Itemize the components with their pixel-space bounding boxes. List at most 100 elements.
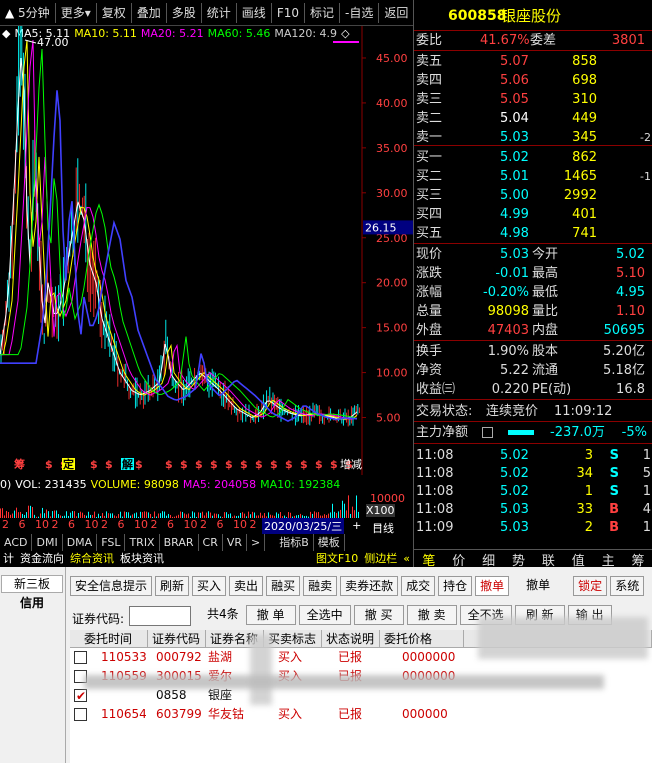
- event-marker[interactable]: 筹: [14, 457, 25, 471]
- event-marker-end[interactable]: 增减: [340, 457, 362, 471]
- tab-value[interactable]: 值: [572, 550, 585, 569]
- tab-trend[interactable]: 势: [512, 550, 525, 569]
- stats-button[interactable]: 统计: [202, 2, 237, 23]
- ind-dmi[interactable]: DMI: [32, 534, 63, 551]
- cancel-sell-button[interactable]: 撤 卖: [406, 605, 457, 625]
- more-button[interactable]: 更多▾: [56, 2, 97, 23]
- event-marker[interactable]: $: [45, 458, 53, 471]
- event-marker[interactable]: $: [165, 458, 173, 471]
- quote-value: 4.95: [616, 285, 645, 300]
- event-marker[interactable]: $: [240, 458, 248, 471]
- tab-sector-news[interactable]: 板块资讯: [117, 551, 167, 567]
- flow-detail-icon[interactable]: [482, 427, 493, 438]
- book-volume: 2992: [563, 188, 597, 203]
- row-checkbox[interactable]: [74, 651, 87, 664]
- table-row[interactable]: 110654 603799 华友钴 买入 已报 3 000000: [70, 705, 652, 724]
- ind-vr[interactable]: VR: [223, 534, 248, 551]
- tab-credit[interactable]: 信用: [1, 594, 63, 612]
- book-row: 卖二 5.04 449: [414, 109, 652, 128]
- peak-price-label: 47.00: [37, 36, 69, 49]
- event-marker[interactable]: $: [285, 458, 293, 471]
- tab-fund-flow[interactable]: 资金流向: [17, 551, 67, 567]
- code-input[interactable]: [129, 606, 191, 626]
- info-tabs: 计 资金流向 综合资讯 板块资讯 图文F10 侧边栏 «: [0, 551, 413, 567]
- kline-chart[interactable]: 45.0040.0035.0030.0025.0020.0015.0010.00…: [0, 26, 413, 475]
- filled-button[interactable]: 成交: [401, 576, 436, 596]
- ind-cr[interactable]: CR: [199, 534, 223, 551]
- cancel-order-tab[interactable]: 撤单: [475, 576, 510, 596]
- sell-button[interactable]: 卖出: [229, 576, 264, 596]
- ind-fsl[interactable]: FSL: [97, 534, 126, 551]
- tab-detail[interactable]: 细: [482, 550, 495, 569]
- tab-link[interactable]: 联: [542, 550, 555, 569]
- event-marker[interactable]: $: [90, 458, 98, 471]
- event-marker[interactable]: $: [180, 458, 188, 471]
- ind-acd[interactable]: ACD: [0, 534, 33, 551]
- lock-button[interactable]: 锁定: [573, 576, 608, 596]
- book-price: 5.05: [500, 92, 529, 107]
- mark-button[interactable]: 标记: [305, 2, 340, 23]
- event-marker[interactable]: $: [270, 458, 278, 471]
- multi-stock-button[interactable]: 多股: [167, 2, 202, 23]
- margin-buy-button[interactable]: 融买: [266, 576, 301, 596]
- event-marker[interactable]: $: [105, 458, 113, 471]
- event-marker[interactable]: 定: [63, 457, 74, 471]
- period-5min-button[interactable]: ▲ 5分钟: [0, 2, 56, 23]
- tab-neeq[interactable]: 新三板: [1, 575, 63, 593]
- cancel-button[interactable]: 撤 单: [245, 605, 296, 625]
- back-button[interactable]: 返回: [379, 2, 415, 23]
- quote-value: 47403: [487, 323, 529, 338]
- margin-sell-button[interactable]: 融卖: [303, 576, 338, 596]
- ind-b[interactable]: 指标B: [275, 534, 314, 551]
- sell-repay-button[interactable]: 卖券还款: [340, 576, 399, 596]
- add-icon[interactable]: +: [352, 519, 361, 532]
- event-marker[interactable]: $: [225, 458, 233, 471]
- event-marker[interactable]: $: [195, 458, 203, 471]
- tab-trades[interactable]: 笔: [422, 550, 435, 569]
- tab-price[interactable]: 价: [452, 550, 465, 569]
- price-tick-label: 45.00: [376, 52, 408, 65]
- overlay-button[interactable]: 叠加: [132, 2, 167, 23]
- security-info-button[interactable]: 安全信息提示: [70, 576, 153, 596]
- ind-trix[interactable]: TRIX: [125, 534, 160, 551]
- watchlist-button[interactable]: -自选: [340, 2, 380, 23]
- ind-dma[interactable]: DMA: [63, 534, 98, 551]
- ind-brar[interactable]: BRAR: [160, 534, 199, 551]
- event-marker[interactable]: 解: [122, 457, 133, 471]
- redacted-area: [478, 617, 648, 659]
- stat-value: 1.90%: [487, 344, 529, 359]
- book-level: 买四: [416, 207, 443, 222]
- event-marker[interactable]: $: [330, 458, 338, 471]
- refresh-button[interactable]: 刷新: [155, 576, 190, 596]
- select-all-button[interactable]: 全选中: [298, 605, 351, 625]
- date-tick: 2: [249, 518, 257, 531]
- tab-sidebar[interactable]: 侧边栏: [361, 551, 400, 567]
- row-checkbox[interactable]: [74, 708, 87, 721]
- cancel-buy-button[interactable]: 撤 买: [353, 605, 404, 625]
- event-marker[interactable]: $: [135, 458, 143, 471]
- main-flow-pct: -5%: [621, 425, 647, 440]
- collapse-icon[interactable]: «: [400, 551, 413, 567]
- tab-main[interactable]: 主: [602, 550, 615, 569]
- positions-button[interactable]: 持仓: [438, 576, 473, 596]
- event-marker[interactable]: $: [315, 458, 323, 471]
- draw-line-button[interactable]: 画线: [237, 2, 272, 23]
- row-checkbox[interactable]: ✔: [74, 689, 87, 702]
- volume-bar: [342, 500, 343, 518]
- f10-button[interactable]: F10: [272, 2, 305, 23]
- volume-bar: [344, 503, 345, 518]
- quote-panel: 600858 银座股份 委比 41.67% 委差 3801 卖五 5.07 85…: [413, 0, 652, 569]
- ind-more[interactable]: >: [247, 534, 266, 551]
- tab-f10[interactable]: 图文F10: [313, 551, 361, 567]
- adjust-button[interactable]: 复权: [97, 2, 132, 23]
- tick-row: 11:09 5.03 2 B 1: [416, 520, 651, 535]
- system-button[interactable]: 系统: [610, 576, 645, 596]
- ind-template[interactable]: 模板: [314, 534, 345, 551]
- tab-news[interactable]: 综合资讯: [67, 551, 117, 567]
- buy-button[interactable]: 买入: [192, 576, 227, 596]
- tab-chips[interactable]: 筹: [632, 550, 645, 569]
- date-tick: 2: [101, 518, 108, 531]
- event-marker[interactable]: $: [210, 458, 218, 471]
- event-marker[interactable]: $: [255, 458, 263, 471]
- event-marker[interactable]: $: [300, 458, 308, 471]
